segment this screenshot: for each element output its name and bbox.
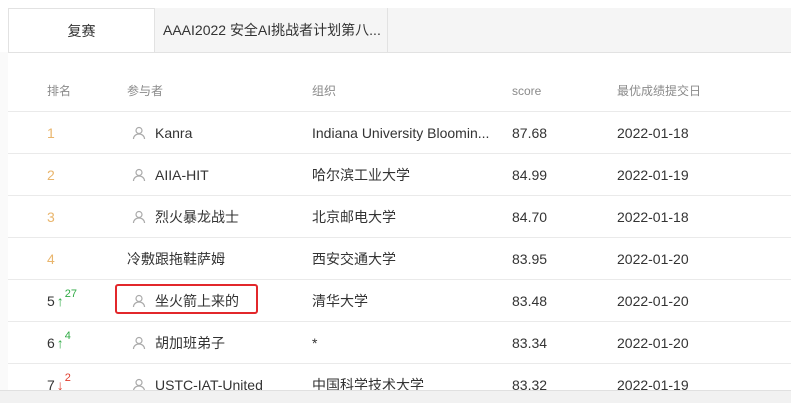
- arrow-up-icon: ↑: [56, 334, 64, 351]
- rank: 5: [47, 292, 55, 309]
- participant[interactable]: Kanra: [127, 112, 307, 153]
- table-row[interactable]: 6 ↑ 4 胡加班弟子 * 83.34 2022-01-20: [8, 322, 791, 364]
- score: 83.95: [512, 250, 548, 267]
- participant[interactable]: USTC-IAT-United: [127, 364, 307, 391]
- rank-delta: 4: [64, 329, 71, 342]
- participant-name: 坐火箭上来的: [155, 292, 239, 309]
- date: 2022-01-19: [617, 166, 689, 183]
- tab-aaai2022-challenge[interactable]: AAAI2022 安全AI挑战者计划第八...: [155, 8, 388, 52]
- participant-name: USTC-IAT-United: [155, 376, 263, 392]
- arrow-up-icon: ↑: [56, 292, 64, 309]
- org: 中国科学技术大学: [312, 376, 424, 392]
- score: 84.70: [512, 208, 548, 225]
- rank-delta: 2: [64, 371, 71, 384]
- rank-cell: 7 ↓ 2: [47, 364, 117, 392]
- rank-cell: 6 ↑ 4: [47, 322, 117, 363]
- participant-name: 烈火暴龙战士: [155, 208, 239, 225]
- table-row[interactable]: 2 AIIA-HIT 哈尔滨工业大学 84.99 2022-01-19: [8, 154, 791, 196]
- org: 北京邮电大学: [312, 208, 396, 225]
- table-row[interactable]: 3 烈火暴龙战士 北京邮电大学 84.70 2022-01-18: [8, 196, 791, 238]
- table-row[interactable]: 4 冷敷跟拖鞋萨姆 西安交通大学 83.95 2022-01-20: [8, 238, 791, 280]
- table-header: 排名 参与者 组织 score 最优成绩提交日: [8, 70, 791, 112]
- participant[interactable]: 坐火箭上来的: [127, 280, 307, 321]
- participant-name: AIIA-HIT: [155, 166, 209, 183]
- horizontal-scrollbar[interactable]: [0, 390, 791, 403]
- header-score[interactable]: score: [512, 70, 602, 111]
- user-icon: [132, 294, 146, 307]
- org: 哈尔滨工业大学: [312, 166, 410, 183]
- table-row[interactable]: 5 ↑ 27 坐火箭上来的 清华大学 83.48 2022-01-20: [8, 280, 791, 322]
- date: 2022-01-19: [617, 376, 689, 392]
- rank-delta: 27: [64, 287, 78, 300]
- rank: 2: [47, 166, 55, 183]
- participant[interactable]: AIIA-HIT: [127, 154, 307, 195]
- table-row[interactable]: 7 ↓ 2 USTC-IAT-United 中国科学技术大学 83.32 202…: [8, 364, 791, 392]
- leaderboard-table: 排名 参与者 组织 score 最优成绩提交日 1 Kanra Indiana …: [8, 70, 791, 391]
- score: 83.48: [512, 292, 548, 309]
- rank: 3: [47, 208, 55, 225]
- participant[interactable]: 冷敷跟拖鞋萨姆: [127, 238, 307, 279]
- user-icon: [132, 378, 146, 391]
- score: 87.68: [512, 124, 548, 141]
- rank: 7: [47, 376, 55, 392]
- participant-name: Kanra: [155, 124, 193, 141]
- org: Indiana University Bloomin...: [312, 124, 490, 141]
- rank: 6: [47, 334, 55, 351]
- table-row[interactable]: 1 Kanra Indiana University Bloomin... 87…: [8, 112, 791, 154]
- rank: 1: [47, 124, 55, 141]
- participant[interactable]: 烈火暴龙战士: [127, 196, 307, 237]
- header-rank[interactable]: 排名: [47, 70, 117, 111]
- participant-name: 冷敷跟拖鞋萨姆: [127, 250, 225, 267]
- participant-name: 胡加班弟子: [155, 334, 225, 351]
- header-date[interactable]: 最优成绩提交日: [617, 70, 737, 111]
- user-icon: [132, 336, 146, 349]
- org: *: [312, 334, 318, 351]
- header-participant[interactable]: 参与者: [127, 70, 307, 111]
- tab-semifinal[interactable]: 复赛: [8, 8, 155, 52]
- date: 2022-01-20: [617, 292, 689, 309]
- date: 2022-01-20: [617, 334, 689, 351]
- rank-cell: 5 ↑ 27: [47, 280, 117, 321]
- date: 2022-01-20: [617, 250, 689, 267]
- rank: 4: [47, 250, 55, 267]
- score: 83.32: [512, 376, 548, 392]
- date: 2022-01-18: [617, 124, 689, 141]
- left-edge: [0, 52, 8, 391]
- tab-bar: 复赛 AAAI2022 安全AI挑战者计划第八...: [8, 8, 791, 53]
- header-org[interactable]: 组织: [312, 70, 504, 111]
- user-icon: [132, 210, 146, 223]
- participant[interactable]: 胡加班弟子: [127, 322, 307, 363]
- score: 84.99: [512, 166, 548, 183]
- org: 西安交通大学: [312, 250, 396, 267]
- arrow-down-icon: ↓: [56, 376, 64, 392]
- score: 83.34: [512, 334, 548, 351]
- user-icon: [132, 168, 146, 181]
- date: 2022-01-18: [617, 208, 689, 225]
- user-icon: [132, 126, 146, 139]
- org: 清华大学: [312, 292, 368, 309]
